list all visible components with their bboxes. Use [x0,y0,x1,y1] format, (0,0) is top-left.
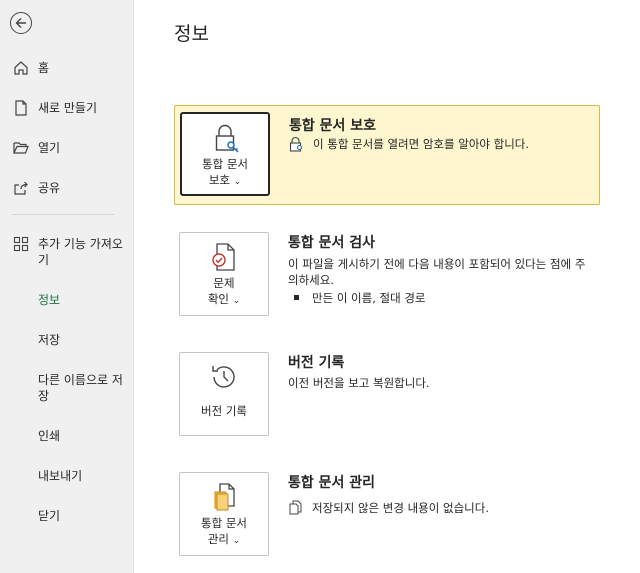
version-history-section: 버전 기록 버전 기록 이전 버전을 보고 복원합니다. [174,346,598,438]
nav-get-addins[interactable]: 추가 기능 가져오기 [0,235,133,269]
back-button[interactable] [10,12,32,34]
protect-workbook-section: 통합 문서 보호 ⌄ 통합 문서 보호 이 통합 문서를 열려면 암호를 알아야… [174,105,600,205]
addins-grid-icon [13,236,29,252]
nav-share-label: 공유 [38,181,61,195]
manage-tile-line2: 관리 [207,532,229,546]
nav-print-label: 인쇄 [38,429,61,443]
bullet-icon [294,295,299,300]
nav-export-label: 내보내기 [38,469,83,483]
home-icon [14,61,28,75]
chevron-down-icon: ⌄ [233,177,242,187]
protect-tile-line2: 보호 [208,173,230,187]
nav-info[interactable]: 정보 [0,291,133,309]
version-history-desc: 이전 버전을 보고 복원합니다. [288,376,430,390]
nav-open[interactable]: 열기 [0,139,133,157]
nav-close[interactable]: 닫기 [0,507,133,525]
documents-small-icon [289,500,302,515]
inspect-workbook-section: 문제 확인 ⌄ 통합 문서 검사 이 파일을 게시하기 전에 다음 내용이 포함… [174,226,598,322]
protect-tile-line2-wrap: 보호 ⌄ [182,172,268,190]
protect-workbook-button-label: 통합 문서 보호 ⌄ [182,156,268,190]
nav-print[interactable]: 인쇄 [0,427,133,445]
check-for-issues-button-label: 문제 확인 ⌄ [180,275,268,309]
inspect-tile-line2: 확인 [207,292,229,306]
inspect-workbook-title: 통합 문서 검사 [288,235,376,251]
inspect-tile-line1: 문제 [213,276,235,290]
protect-tile-line1: 통합 문서 [202,157,248,171]
version-history-title: 버전 기록 [288,355,345,371]
manage-workbook-desc: 저장되지 않은 변경 내용이 없습니다. [312,501,489,515]
nav-share[interactable]: 공유 [0,179,133,197]
nav-new-label: 새로 만들기 [38,101,98,115]
inspect-workbook-bullet: 만든 이 이름, 절대 경로 [312,291,426,305]
folder-open-icon [13,142,29,154]
document-check-icon [212,243,235,271]
manage-documents-icon [214,483,235,511]
nav-home-label: 홈 [38,61,50,75]
manage-workbook-title: 통합 문서 관리 [288,475,376,491]
manage-workbook-section: 통합 문서 관리 ⌄ 통합 문서 관리 저장되지 않은 변경 내용이 없습니다. [174,466,598,562]
inspect-tile-line2-wrap: 확인 ⌄ [180,291,268,309]
version-history-button-label: 버전 기록 [201,404,247,418]
sidebar-divider [12,214,114,215]
arrow-left-icon [15,18,26,28]
nav-home[interactable]: 홈 [0,59,133,77]
chevron-down-icon: ⌄ [232,536,241,546]
version-history-button[interactable]: 버전 기록 [179,352,269,436]
nav-save-as-label: 다른 이름으로 저장 [38,373,123,403]
protect-workbook-button[interactable]: 통합 문서 보호 ⌄ [180,112,270,196]
protect-workbook-desc: 이 통합 문서를 열려면 암호를 알아야 합니다. [313,137,530,151]
nav-info-label: 정보 [38,293,61,307]
nav-save-label: 저장 [38,333,61,347]
nav-get-addins-label: 추가 기능 가져오기 [38,237,123,267]
nav-save-as[interactable]: 다른 이름으로 저장 [0,371,133,405]
inspect-workbook-desc: 이 파일을 게시하기 전에 다음 내용이 포함되어 있다는 점에 주의하세요. [288,257,586,287]
lock-small-icon [289,136,303,152]
nav-export[interactable]: 내보내기 [0,467,133,485]
nav-new[interactable]: 새로 만들기 [0,99,133,117]
page-title: 정보 [174,23,209,45]
nav-save[interactable]: 저장 [0,331,133,349]
new-document-icon [15,100,27,116]
check-for-issues-button[interactable]: 문제 확인 ⌄ [179,232,269,316]
manage-tile-line2-wrap: 관리 ⌄ [180,531,268,549]
manage-tile-line1: 통합 문서 [201,516,247,530]
history-clock-icon [212,366,235,388]
backstage-sidebar: 홈 새로 만들기 열기 공유 추가 기능 가져오기 정보 저장 다른 이름으로 … [0,0,134,573]
protect-workbook-title: 통합 문서 보호 [289,118,377,134]
chevron-down-icon: ⌄ [232,296,241,306]
manage-workbook-button-label: 통합 문서 관리 ⌄ [180,515,268,549]
lock-key-icon [215,124,239,153]
nav-open-label: 열기 [38,141,61,155]
manage-workbook-button[interactable]: 통합 문서 관리 ⌄ [179,472,269,556]
share-icon [14,181,28,195]
nav-close-label: 닫기 [38,509,61,523]
